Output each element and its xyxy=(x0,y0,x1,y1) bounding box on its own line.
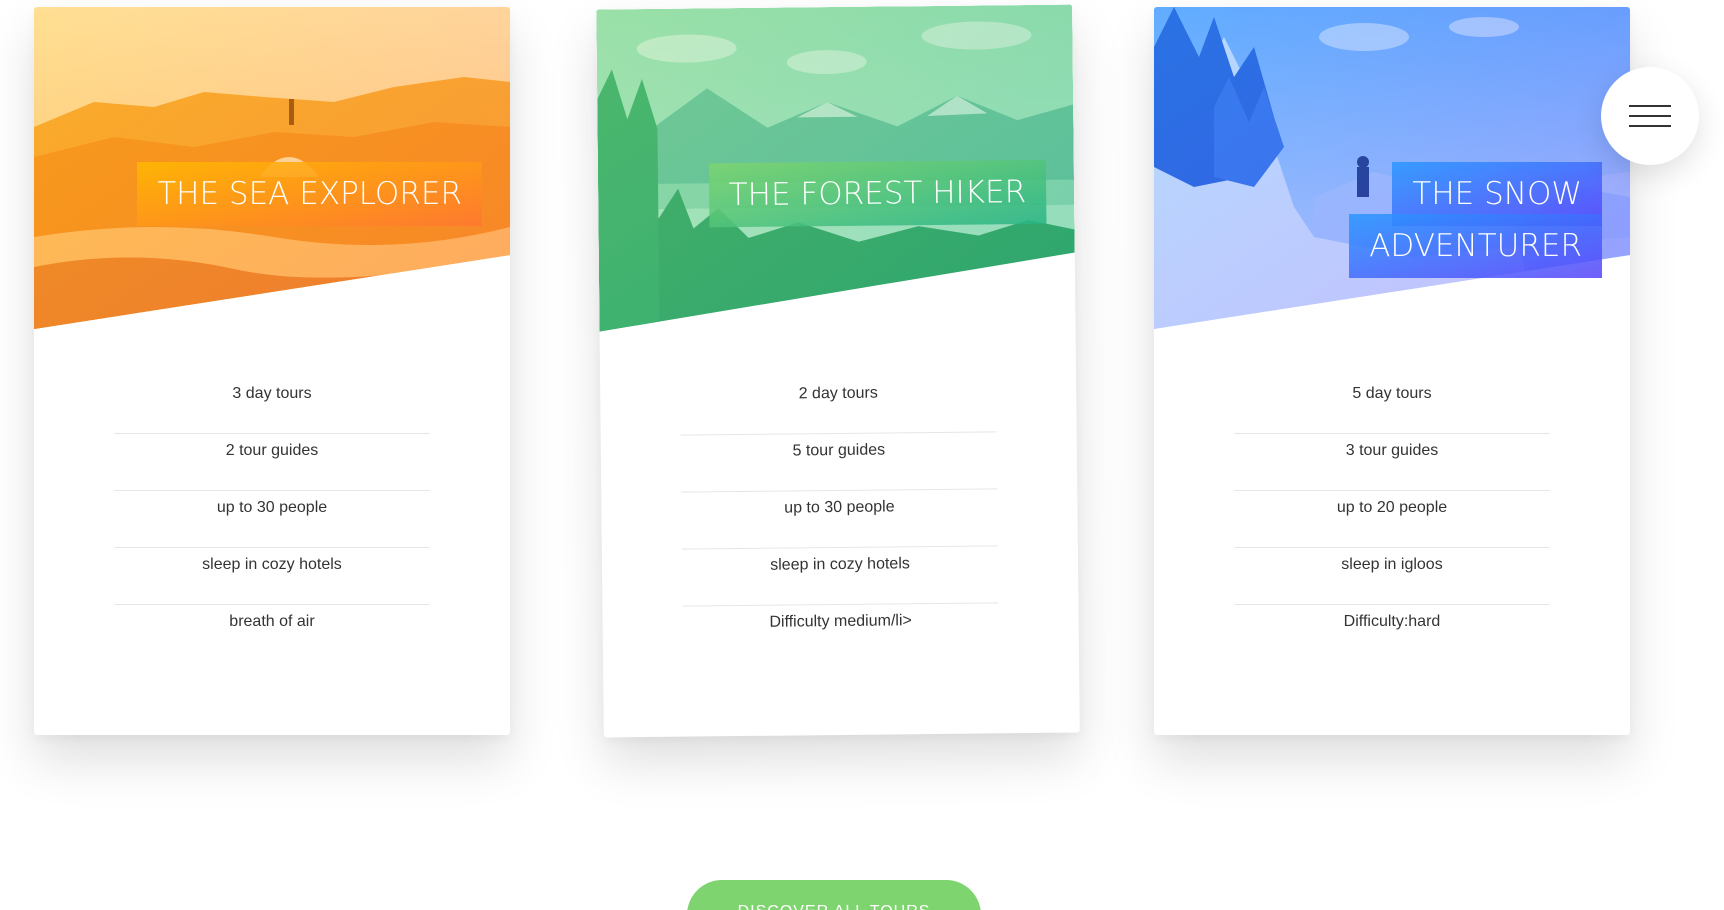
feature-item: sleep in igloos xyxy=(1234,548,1550,605)
feature-item: Difficulty medium/li> xyxy=(769,612,912,631)
hamburger-icon-line xyxy=(1629,115,1671,117)
card-title: THE SNOW ADVENTURER xyxy=(1182,162,1602,278)
tour-card-sea-explorer[interactable]: THE SEA EXPLORER 3 day tours 2 tour guid… xyxy=(34,7,510,735)
hamburger-icon xyxy=(1629,105,1671,107)
card-title: THE SEA EXPLORER xyxy=(62,162,482,226)
feature-item: breath of air xyxy=(229,613,315,630)
feature-item: 3 day tours xyxy=(114,377,430,434)
tour-card-forest-hiker[interactable]: THE FOREST HIKER 2 day tours 5 tour guid… xyxy=(596,4,1080,738)
feature-list: 5 day tours 3 tour guides up to 20 peopl… xyxy=(1234,377,1550,662)
feature-item: sleep in cozy hotels xyxy=(681,546,999,607)
feature-item: up to 20 people xyxy=(1234,491,1550,548)
menu-button[interactable] xyxy=(1601,67,1699,165)
card-title-text: THE FOREST HIKER xyxy=(708,159,1047,228)
feature-item: 5 day tours xyxy=(1234,377,1550,434)
feature-item: Difficulty:hard xyxy=(1343,613,1441,630)
card-title-line2: ADVENTURER xyxy=(1349,214,1602,278)
hamburger-icon-line xyxy=(1629,125,1671,127)
feature-item: 3 tour guides xyxy=(1234,434,1550,491)
feature-list: 2 day tours 5 tour guides up to 30 peopl… xyxy=(680,375,999,663)
feature-list: 3 day tours 2 tour guides up to 30 peopl… xyxy=(114,377,430,662)
feature-item: 5 tour guides xyxy=(680,432,998,493)
feature-item: sleep in cozy hotels xyxy=(114,548,430,605)
feature-item: 2 day tours xyxy=(680,375,997,436)
feature-item: up to 30 people xyxy=(114,491,430,548)
card-title-text: THE SEA EXPLORER xyxy=(137,162,482,226)
discover-all-tours-button[interactable]: DISCOVER ALL TOURS xyxy=(687,880,981,910)
tours-section: THE SEA EXPLORER 3 day tours 2 tour guid… xyxy=(0,0,1724,910)
card-title: THE FOREST HIKER xyxy=(626,159,1047,228)
feature-item: up to 30 people xyxy=(681,489,998,550)
feature-item: 2 tour guides xyxy=(114,434,430,491)
tour-card-snow-adventurer[interactable]: THE SNOW ADVENTURER 5 day tours 3 tour g… xyxy=(1154,7,1630,735)
